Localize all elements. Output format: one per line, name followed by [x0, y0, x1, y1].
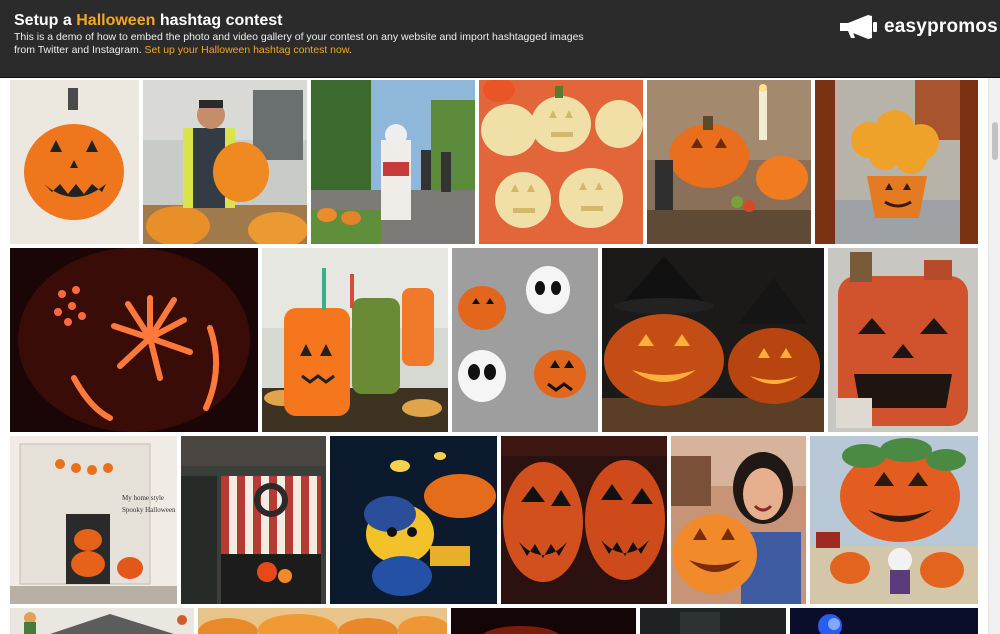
shelf-note-line-2: Spooky Halloween Decorations: [122, 506, 177, 514]
page-scrollbar[interactable]: [988, 78, 1000, 634]
photo-gallery: My home style Spooky Halloween Decoratio…: [0, 78, 988, 634]
easypromos-logo[interactable]: easypromos: [838, 13, 998, 41]
gallery-photo-man-holding-pumpkin[interactable]: [143, 80, 307, 244]
gallery-photo-carved-pumpkin-fireworks[interactable]: [10, 248, 258, 432]
gallery-photo-mums-pumpkin-pot[interactable]: [815, 80, 978, 244]
title-accent: Halloween: [76, 12, 156, 29]
scrollbar-thumb[interactable]: [992, 122, 998, 160]
gallery-photo-pumpkin-drawing[interactable]: [10, 80, 139, 244]
gallery-photo-jack-o-lantern-cookies[interactable]: [479, 80, 643, 244]
gallery-photo-gas-can-jack-o-lantern[interactable]: [828, 248, 978, 432]
page-description: This is a demo of how to embed the photo…: [14, 31, 584, 56]
gallery-photo-pumpkin-pile[interactable]: [198, 608, 447, 634]
gallery-photo-spooky-halloween-shelf[interactable]: My home style Spooky Halloween Decoratio…: [10, 436, 177, 604]
gallery-photo-skull-pumpkin-candies[interactable]: [452, 248, 598, 432]
shelf-note-line-1: My home style: [122, 494, 164, 502]
megaphone-icon: [840, 15, 877, 39]
gallery-photo-witch-hat-pumpkins[interactable]: [602, 248, 824, 432]
gallery-photo-jack-o-lantern-painting[interactable]: [810, 436, 978, 604]
gallery-photo-dark-pumpkin[interactable]: [451, 608, 636, 634]
gallery-photo-dark-room[interactable]: [640, 608, 786, 634]
gallery-photo-woman-with-jack-o-lantern[interactable]: [671, 436, 806, 604]
logo-text: easypromos: [884, 16, 998, 37]
page-title: Setup a Halloween hashtag contest: [14, 12, 283, 29]
gallery-photo-pumpkin-table-decor[interactable]: [647, 80, 811, 244]
gallery-photo-zombie-bride-street[interactable]: [311, 80, 475, 244]
setup-contest-link[interactable]: Set up your Halloween hashtag contest no…: [145, 44, 349, 56]
gallery-photo-blue-light-figure[interactable]: [790, 608, 978, 634]
gallery-photo-striped-window-wreath[interactable]: [181, 436, 326, 604]
gallery-photo-pumpkin-face-paint[interactable]: [501, 436, 667, 604]
gallery-photo-monster-drink-jars[interactable]: [262, 248, 448, 432]
gallery-photo-scarecrow-house[interactable]: [10, 608, 194, 634]
gallery-photo-night-ride-figure[interactable]: [330, 436, 497, 604]
page-header: Setup a Halloween hashtag contest This i…: [0, 0, 1000, 78]
